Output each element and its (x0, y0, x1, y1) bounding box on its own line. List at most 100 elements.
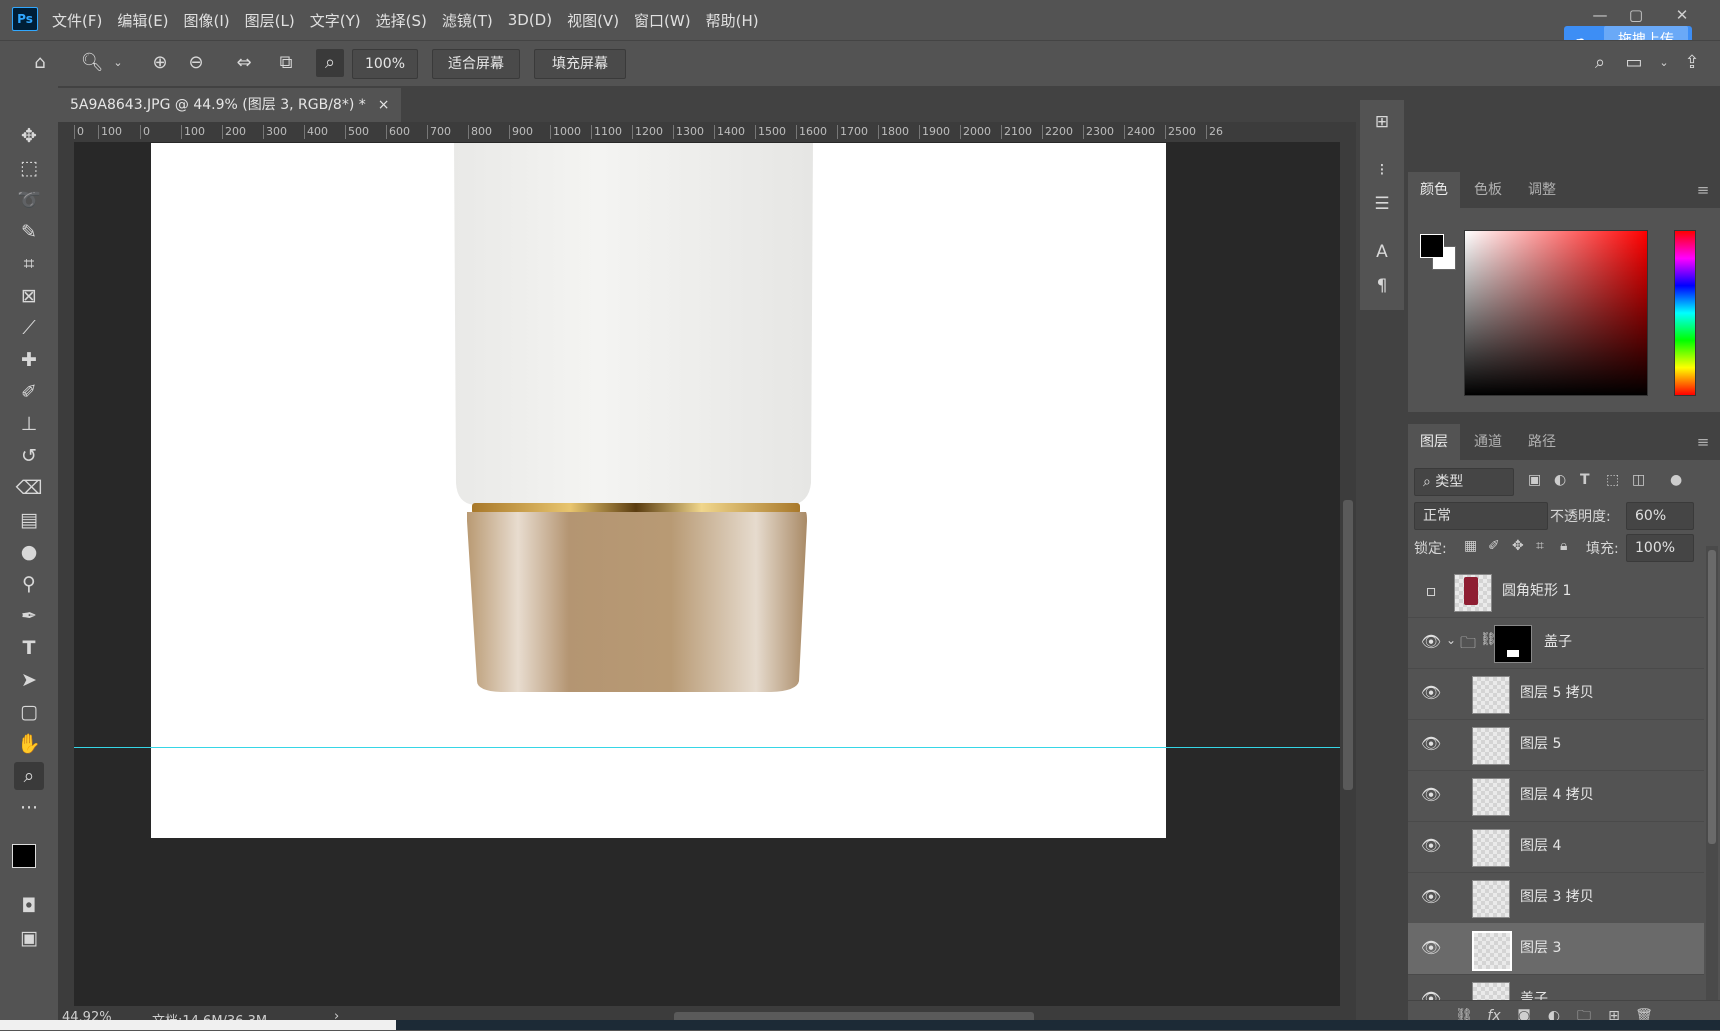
search-icon[interactable]: ⌕ (1586, 49, 1614, 77)
zoom-in-icon[interactable]: ⊕ (146, 49, 174, 77)
lock-all-icon[interactable]: 🔒︎ (1560, 538, 1580, 558)
zoom-all-windows-icon[interactable]: ⧉ (272, 49, 300, 77)
tab-adjustments[interactable]: 调整 (1516, 172, 1568, 208)
tab-paths[interactable]: 路径 (1516, 424, 1568, 460)
layer-row-selected[interactable]: 👁︎ 图层 3 (1408, 923, 1704, 975)
menu-image[interactable]: 图像(I) (184, 10, 230, 31)
layer-row[interactable]: 👁︎ 图层 3 拷贝 (1408, 872, 1704, 924)
move-tool-icon[interactable]: ✥ (14, 122, 44, 150)
minimize-button[interactable]: — (1582, 4, 1618, 26)
layer-row[interactable]: ▫ 圆角矩形 1 (1408, 566, 1704, 618)
menu-view[interactable]: 视图(V) (567, 10, 619, 31)
menu-edit[interactable]: 编辑(E) (117, 10, 168, 31)
scrubby-zoom-icon[interactable]: ⌕ (316, 49, 344, 77)
eye-icon[interactable]: 👁︎ (1420, 835, 1442, 857)
blur-tool-icon[interactable]: ● (14, 538, 44, 566)
dodge-tool-icon[interactable]: ⚲ (14, 570, 44, 598)
eraser-tool-icon[interactable]: ⌫ (14, 474, 44, 502)
zoom-out-icon[interactable]: ⊖ (182, 49, 210, 77)
layer-row[interactable]: 👁︎ 图层 5 拷贝 (1408, 668, 1704, 720)
crop-tool-icon[interactable]: ⌗ (14, 250, 44, 278)
panel-foreground-swatch[interactable] (1420, 234, 1444, 258)
eye-icon[interactable]: 👁︎ (1420, 886, 1442, 908)
tab-swatches[interactable]: 色板 (1462, 172, 1514, 208)
menu-select[interactable]: 选择(S) (376, 10, 427, 31)
blend-mode-select[interactable]: 正常 (1414, 502, 1548, 530)
pen-tool-icon[interactable]: ✒ (14, 602, 44, 630)
fill-field[interactable]: 100% (1626, 534, 1694, 562)
menu-3d[interactable]: 3D(D) (508, 11, 552, 29)
brush-tool-icon[interactable]: ✐ (14, 378, 44, 406)
type-tool-icon[interactable]: T (14, 634, 44, 662)
group-chevron-icon[interactable]: ⌄ (1446, 633, 1456, 647)
libraries-icon[interactable]: ⊞ (1370, 110, 1394, 134)
canvas-area[interactable] (74, 142, 1340, 1006)
frame-tool-icon[interactable]: ⊠ (14, 282, 44, 310)
layer-row[interactable]: 👁︎ ⌄ 🗀 ⛓ 盖子 (1408, 617, 1704, 669)
lasso-tool-icon[interactable]: ➰ (14, 186, 44, 214)
gradient-tool-icon[interactable]: ▤ (14, 506, 44, 534)
filter-adjustment-icon[interactable]: ◐ (1554, 472, 1574, 492)
adjustments-icon[interactable]: ☰ (1370, 192, 1394, 216)
path-select-tool-icon[interactable]: ➤ (14, 666, 44, 694)
eyedropper-tool-icon[interactable]: ⟋ (14, 314, 44, 342)
eye-icon[interactable]: 👁︎ (1420, 733, 1442, 755)
zoom-tool-icon[interactable]: 🔍︎ (78, 49, 106, 77)
screen-mode-icon[interactable]: ▣ (14, 924, 44, 952)
workspace-icon[interactable]: ▭ (1620, 49, 1648, 77)
layer-row[interactable]: 👁︎ 图层 5 (1408, 719, 1704, 771)
tab-layers[interactable]: 图层 (1408, 424, 1460, 460)
close-tab-icon[interactable]: × (378, 88, 390, 122)
menu-file[interactable]: 文件(F) (52, 10, 102, 31)
fit-screen-button[interactable]: 适合屏幕 (432, 49, 520, 79)
character-icon[interactable]: A (1370, 240, 1394, 264)
eye-icon[interactable]: 👁︎ (1420, 682, 1442, 704)
healing-brush-tool-icon[interactable]: ✚ (14, 346, 44, 374)
vertical-scrollbar[interactable] (1340, 122, 1356, 1006)
tab-color[interactable]: 颜色 (1408, 172, 1460, 208)
eye-icon[interactable]: 👁︎ (1420, 631, 1442, 653)
document-canvas[interactable] (151, 143, 1166, 838)
marquee-tool-icon[interactable]: ⬚ (14, 154, 44, 182)
quick-mask-icon[interactable]: ◘ (14, 892, 44, 920)
brush-settings-icon[interactable]: ⁝ (1370, 158, 1394, 182)
menu-type[interactable]: 文字(Y) (310, 10, 361, 31)
visibility-toggle-empty[interactable]: ▫ (1420, 580, 1442, 602)
layer-row[interactable]: 👁︎ 图层 4 (1408, 821, 1704, 873)
tab-channels[interactable]: 通道 (1462, 424, 1514, 460)
restore-button[interactable]: ▢ (1618, 4, 1654, 26)
resize-windows-icon[interactable]: ⇔ (230, 49, 258, 77)
quick-select-tool-icon[interactable]: ✎ (14, 218, 44, 246)
document-tab[interactable]: 5A9A8643.JPG @ 44.9% (图层 3, RGB/8*) * × (58, 88, 402, 122)
lock-transparency-icon[interactable]: ▦ (1464, 538, 1484, 558)
hue-slider[interactable] (1674, 230, 1696, 396)
share-icon[interactable]: ⇪ (1678, 49, 1706, 77)
layers-panel-menu-icon[interactable]: ≡ (1694, 433, 1712, 451)
eye-icon[interactable]: 👁︎ (1420, 784, 1442, 806)
menu-filter[interactable]: 滤镜(T) (442, 10, 493, 31)
menu-window[interactable]: 窗口(W) (634, 10, 691, 31)
more-tools-icon[interactable]: ··· (14, 794, 44, 822)
home-icon[interactable]: ⌂ (26, 49, 54, 77)
menu-help[interactable]: 帮助(H) (706, 10, 759, 31)
panel-menu-icon[interactable]: ≡ (1694, 181, 1712, 199)
opacity-field[interactable]: 60% (1626, 502, 1694, 530)
fill-screen-button[interactable]: 填充屏幕 (534, 49, 626, 79)
taskbar-search-strip[interactable] (0, 1020, 396, 1030)
filter-smart-object-icon[interactable]: ◫ (1632, 472, 1652, 492)
filter-pixel-icon[interactable]: ▣ (1528, 472, 1548, 492)
layer-filter-select[interactable]: ⌕ 类型 (1414, 468, 1514, 496)
lock-artboard-icon[interactable]: ⌗ (1536, 538, 1556, 558)
lock-position-icon[interactable]: ✥ (1512, 538, 1532, 558)
menu-layer[interactable]: 图层(L) (245, 10, 295, 31)
vertical-scroll-thumb[interactable] (1343, 500, 1353, 790)
layers-scrollbar[interactable] (1706, 546, 1718, 1000)
layer-row[interactable]: 👁︎ 图层 4 拷贝 (1408, 770, 1704, 822)
workspace-chevron-icon[interactable]: ⌄ (1650, 49, 1678, 77)
foreground-color-swatch[interactable] (12, 844, 36, 868)
filter-shape-icon[interactable]: ⬚ (1606, 472, 1626, 492)
guide-line[interactable] (74, 747, 1340, 748)
zoom-tool-icon[interactable]: ⌕ (14, 762, 44, 790)
filter-type-icon[interactable]: T (1580, 472, 1600, 492)
paragraph-icon[interactable]: ¶ (1370, 274, 1394, 298)
